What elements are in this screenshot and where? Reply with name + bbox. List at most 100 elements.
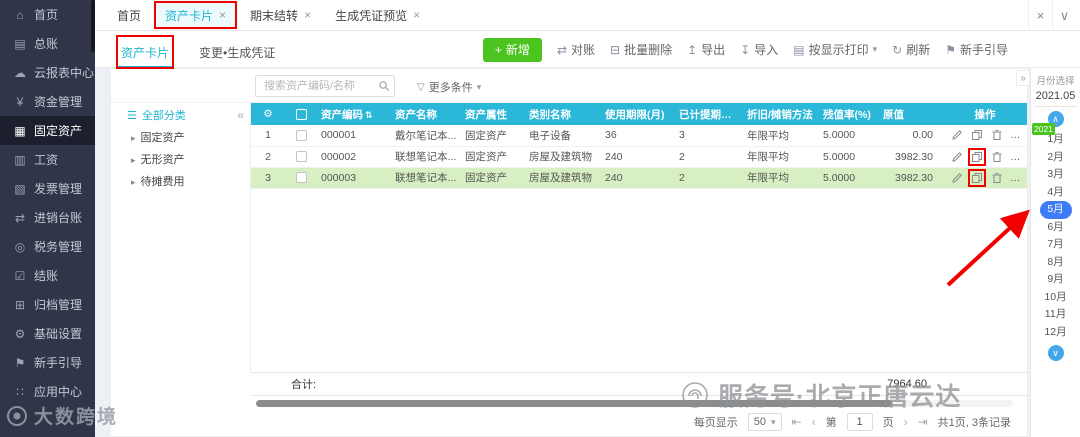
sidebar-item[interactable]: ⚑ 新手引导 [0,348,95,377]
delete-icon[interactable] [990,128,1004,142]
table-cell: 电子设备 [525,125,601,147]
subtab[interactable]: 变更•生成凭证 [195,36,279,68]
search-icon[interactable] [374,80,394,93]
table-header-cell[interactable]: 资产属性 [461,103,525,125]
horizontal-scrollbar [256,400,1013,407]
generate-voucher-icon[interactable] [968,168,986,187]
collapse-month-panel-icon[interactable]: » [1016,70,1030,86]
per-page-select[interactable]: 50 ▾ [747,413,782,431]
tab-list-caret-icon[interactable]: ∨ [1052,0,1076,31]
table-header-cell[interactable]: 原值 [879,103,943,125]
sidebar-item[interactable]: ☁ 云报表中心 [0,58,95,87]
table-header-cell[interactable]: 使用期限(月) [601,103,675,125]
last-page-icon[interactable]: ⇥ [918,415,928,429]
table-header-cell[interactable]: 资产编码 ⇅ [317,103,391,125]
sidebar-item[interactable]: ◎ 税务管理 [0,232,95,261]
tab-close-icon[interactable]: × [304,8,311,22]
add-asset-button[interactable]: + 新增 [482,37,542,62]
table-row[interactable]: 2 000002 联想笔记本... 固定资产 房屋及建筑物 240 2 年限平均 5.0000 3… [251,146,1027,168]
category-panel-header: ☰ 全部分类 « [111,103,250,127]
sidebar-item[interactable]: ⌂ 首页 [0,0,95,29]
sidebar-item[interactable]: ⚙ 基础设置 [0,319,95,348]
sidebar-item[interactable]: ⇄ 进销台账 [0,203,95,232]
month-item[interactable]: 11月 [1031,306,1080,324]
scroll-down-icon[interactable]: ∨ [1047,345,1064,361]
table-row[interactable]: 3 000003 联想笔记本... 固定资产 房屋及建筑物 240 2 年限平均 5.0000 3… [251,167,1027,189]
sort-icon[interactable]: ⇅ [365,110,373,120]
first-page-icon[interactable]: ⇤ [792,415,802,429]
month-item[interactable]: 12月 [1031,324,1080,342]
tab-bar: 首页 资产卡片 × 期末结转 × 生成凭证预览 × × ∨ [95,0,1080,31]
row-checkbox[interactable] [295,172,307,184]
sidebar-item[interactable]: ▧ 发票管理 [0,174,95,203]
tab[interactable]: 期末结转 × [238,0,323,30]
table-header-cell[interactable]: 资产名称 [391,103,461,125]
subtab[interactable]: 资产卡片 [115,35,175,69]
month-item[interactable]: 10月 [1031,289,1080,307]
row-checkbox[interactable] [295,151,307,163]
filter-funnel-icon: ▽ [417,81,425,93]
row-checkbox[interactable] [295,129,307,141]
month-item[interactable]: 5月 [1039,201,1072,219]
table-row[interactable]: 1 000001 戴尔笔记本... 固定资产 电子设备 36 3 年限平均 5.0000 0.00 [251,125,1027,147]
tab-close-icon[interactable]: × [219,8,226,22]
month-item[interactable]: 3月 [1031,166,1080,184]
month-item[interactable]: 9月 [1031,271,1080,289]
year-badge: 2021 [1032,123,1055,135]
select-all-checkbox[interactable] [285,103,317,125]
column-settings-icon[interactable]: ⚙ [251,103,285,125]
sidebar-item[interactable]: ☑ 结账 [0,261,95,290]
month-item[interactable]: 4月 [1031,184,1080,202]
sidebar-scrollbar[interactable] [91,0,95,52]
generate-voucher-icon[interactable] [970,128,984,142]
edit-icon[interactable] [950,150,964,164]
page-input[interactable] [846,413,873,431]
table-header-cell[interactable]: 类别名称 [525,103,601,125]
toolbar-button[interactable]: ↧ 导入 [740,41,778,58]
delete-icon[interactable] [990,150,1004,164]
category-tree-item[interactable]: ▸ 无形资产 [111,149,250,171]
search-input[interactable] [256,80,374,92]
month-item[interactable]: 2月 [1031,149,1080,167]
toolbar-button[interactable]: ⚑ 新手引导 [945,41,1008,58]
tab[interactable]: 资产卡片 × [153,0,239,30]
period-selector[interactable]: 2021.05 [1034,87,1077,107]
row-actions [943,167,1027,189]
toolbar-button[interactable]: ↥ 导出 [687,41,725,58]
table-cell-value: 3982.30 [879,167,943,189]
edit-icon[interactable] [950,171,964,185]
table-header-cell[interactable]: 已计提期限(月) [675,103,743,125]
tab-close-icon[interactable]: × [413,8,420,22]
sidebar-item[interactable]: ⊞ 归档管理 [0,290,95,319]
sidebar-item[interactable]: ∷ 应用中心 [0,377,95,406]
delete-icon[interactable] [990,171,1004,185]
table-header-cell[interactable]: 操作 [943,103,1027,125]
more-conditions-button[interactable]: ▽ 更多条件 ▾ [417,79,481,95]
close-all-tabs-icon[interactable]: × [1028,0,1052,31]
toolbar-button[interactable]: ⇄ 对账 [557,41,595,58]
sidebar-item[interactable]: ¥ 资金管理 [0,87,95,116]
sidebar-item[interactable]: ▦ 固定资产 [0,116,95,145]
next-page-icon[interactable]: › [904,415,908,429]
toolbar-button[interactable]: ⊟ 批量删除 [610,41,672,58]
month-item[interactable]: 6月 [1031,219,1080,237]
category-tree-item[interactable]: ▸ 固定资产 [111,127,250,149]
column-label: 类别名称 [529,108,571,121]
table-header-cell[interactable]: 残值率(%) [819,103,879,125]
edit-icon[interactable] [950,128,964,142]
month-item[interactable]: 8月 [1031,254,1080,272]
table-header-cell[interactable]: 折旧/摊销方法 [743,103,819,125]
horizontal-scrollbar-thumb[interactable] [256,400,892,407]
sidebar-item[interactable]: ▤ 总账 [0,29,95,58]
collapse-tree-icon[interactable]: « [237,108,244,122]
generate-voucher-icon[interactable] [968,147,986,166]
tab[interactable]: 生成凭证预览 × [323,0,432,30]
toolbar-button[interactable]: ▤ 按显示打印 ▾ [793,41,877,58]
prev-page-icon[interactable]: ‹ [812,415,816,429]
tab[interactable]: 首页 [105,0,153,30]
sidebar-item[interactable]: ▥ 工资 [0,145,95,174]
month-item[interactable]: 7月 [1031,236,1080,254]
toolbar-button[interactable]: ↻ 刷新 [892,41,930,58]
category-tree-item[interactable]: ▸ 待摊费用 [111,171,250,193]
asset-table: ⚙ 资产编码 ⇅ 资产名称 资产属性 类别名称 使用期限(月) 已计提期限(月) 折旧/摊销方法… [251,103,1027,189]
